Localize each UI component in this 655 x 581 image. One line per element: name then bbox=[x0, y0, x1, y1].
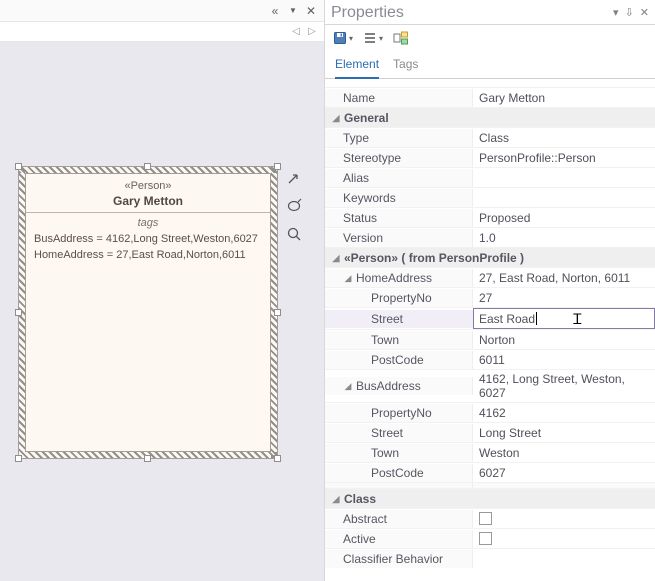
uml-tag-line: BusAddress = 4162,Long Street,Weston,602… bbox=[34, 231, 262, 247]
uml-tag-line: HomeAddress = 27,East Road,Norton,6011 bbox=[34, 247, 262, 263]
pane-menu-icon[interactable]: ▾ bbox=[613, 6, 619, 19]
nav-prev-icon[interactable]: ◁ bbox=[290, 26, 302, 38]
street-input[interactable]: East Road Ꮖ bbox=[473, 308, 655, 329]
cat-general: ◢General bbox=[325, 107, 655, 127]
resize-handle-sw[interactable] bbox=[15, 455, 22, 462]
uml-tags: BusAddress = 4162,Long Street,Weston,602… bbox=[26, 231, 270, 263]
collapse-icon[interactable]: ◢ bbox=[331, 494, 341, 504]
resize-handle-n[interactable] bbox=[144, 163, 151, 170]
diagram-pane: « ▼ ✕ ◁ ▷ «Person» Gary Metton tags BusA… bbox=[0, 0, 325, 581]
row-street-selected: Street East Road Ꮖ bbox=[325, 307, 655, 329]
menu-button[interactable]: ▾ bbox=[361, 29, 385, 47]
properties-tabs: Element Tags bbox=[325, 51, 655, 79]
close-icon[interactable]: ✕ bbox=[304, 4, 318, 18]
pin-icon[interactable]: ⇩ bbox=[625, 6, 634, 19]
diagram-view-button[interactable] bbox=[391, 29, 411, 47]
resize-handle-ne[interactable] bbox=[274, 163, 281, 170]
tab-element[interactable]: Element bbox=[335, 55, 379, 79]
diagram-canvas[interactable]: «Person» Gary Metton tags BusAddress = 4… bbox=[0, 42, 324, 581]
resize-handle-w[interactable] bbox=[15, 309, 22, 316]
resize-handle-e[interactable] bbox=[274, 309, 281, 316]
properties-toolbar: ▾ ▾ bbox=[325, 25, 655, 51]
text-caret bbox=[536, 312, 537, 325]
cat-class: ◢Class bbox=[325, 488, 655, 508]
resize-handle-nw[interactable] bbox=[15, 163, 22, 170]
diagram-nav: ◁ ▷ bbox=[0, 22, 324, 42]
row-name: Name Gary Metton bbox=[325, 87, 655, 107]
resize-handle-s[interactable] bbox=[144, 455, 151, 462]
zoom-tool-icon[interactable] bbox=[284, 224, 304, 244]
dropdown-icon[interactable]: ▼ bbox=[286, 4, 300, 18]
classifier-value[interactable] bbox=[473, 557, 655, 561]
property-grid: Name Gary Metton ◢General TypeClass Ster… bbox=[325, 79, 655, 581]
nav-next-icon[interactable]: ▷ bbox=[306, 26, 318, 38]
collapse-icon[interactable]: ◢ bbox=[331, 113, 341, 123]
diagram-side-tools bbox=[284, 168, 304, 244]
uml-element[interactable]: «Person» Gary Metton tags BusAddress = 4… bbox=[18, 166, 278, 459]
name-label: Name bbox=[325, 89, 473, 107]
uml-header: «Person» Gary Metton bbox=[26, 174, 270, 213]
active-checkbox[interactable] bbox=[473, 530, 655, 547]
save-button[interactable]: ▾ bbox=[331, 29, 355, 47]
collapse-icon[interactable]: ◢ bbox=[343, 273, 353, 283]
ibeam-cursor-icon: Ꮖ bbox=[573, 311, 582, 328]
collapse-icon[interactable]: ◢ bbox=[331, 253, 341, 263]
uml-name: Gary Metton bbox=[30, 194, 266, 208]
properties-pane: Properties ▾ ⇩ ✕ ▾ ▾ Element Tags bbox=[325, 0, 655, 581]
collapse-left-icon[interactable]: « bbox=[268, 4, 282, 18]
diagram-toolbar: « ▼ ✕ bbox=[0, 0, 324, 22]
uml-stereotype: «Person» bbox=[30, 180, 266, 192]
uml-tags-title: tags bbox=[26, 217, 270, 229]
abstract-checkbox[interactable] bbox=[473, 510, 655, 527]
properties-titlebar: Properties ▾ ⇩ ✕ bbox=[325, 0, 655, 25]
tab-tags[interactable]: Tags bbox=[393, 55, 418, 78]
link-tool-icon[interactable] bbox=[284, 196, 304, 216]
properties-title: Properties bbox=[331, 4, 613, 22]
name-value[interactable]: Gary Metton bbox=[473, 89, 655, 107]
cat-person: ◢«Person» ( from PersonProfile ) bbox=[325, 247, 655, 267]
close-pane-icon[interactable]: ✕ bbox=[640, 6, 649, 19]
resize-handle-se[interactable] bbox=[274, 455, 281, 462]
collapse-icon[interactable]: ◢ bbox=[343, 381, 353, 391]
arrow-tool-icon[interactable] bbox=[284, 168, 304, 188]
